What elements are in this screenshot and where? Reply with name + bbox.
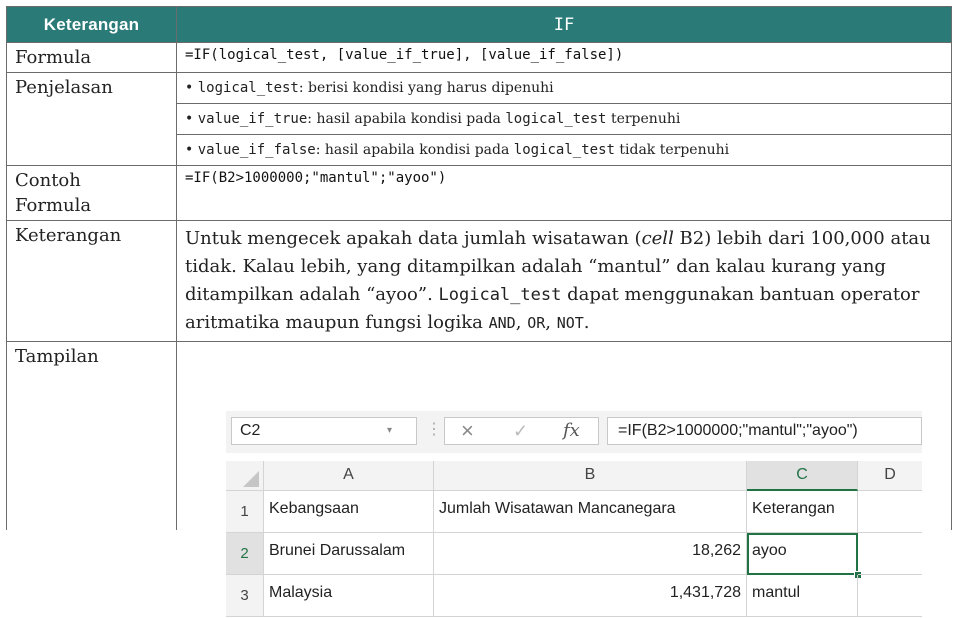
formula-label: Formula — [6, 42, 177, 73]
contoh-label-line1: Contoh — [15, 170, 81, 191]
argument-description-end: terpenuhi — [606, 111, 681, 127]
table-header-row: Keterangan IF — [6, 6, 952, 43]
argument-description: : hasil apabila kondisi pada — [315, 142, 514, 158]
cell-d1[interactable] — [858, 491, 922, 533]
bullet-marker: • — [185, 111, 194, 127]
desc-part: Untuk mengecek apakah data jumlah wisata… — [185, 228, 642, 249]
keterangan-row: Keterangan Untuk mengecek apakah data ju… — [6, 220, 952, 342]
cell-b3[interactable]: 1,431,728 — [434, 575, 747, 617]
desc-code: Logical_test — [438, 285, 562, 305]
select-all-corner[interactable] — [226, 461, 264, 491]
column-header-d[interactable]: D — [858, 461, 922, 491]
list-item: • logical_test: berisi kondisi yang haru… — [177, 73, 951, 104]
cell-a3[interactable]: Malaysia — [264, 575, 434, 617]
cell-b2[interactable]: 18,262 — [434, 533, 747, 575]
desc-italic-cell: cell — [641, 228, 674, 249]
desc-sep: , — [545, 312, 557, 333]
penjelasan-row: Penjelasan • logical_test: berisi kondis… — [6, 72, 952, 166]
argument-description: : hasil apabila kondisi pada — [307, 111, 506, 127]
operator-or: OR — [527, 314, 546, 332]
column-header-a[interactable]: A — [264, 461, 434, 491]
cell-d3[interactable] — [858, 575, 922, 617]
formula-input[interactable]: =IF(B2>1000000;"mantul";"ayoo") — [607, 417, 922, 445]
function-icon[interactable]: fx — [563, 418, 580, 444]
keterangan-label: Keterangan — [6, 220, 177, 342]
desc-sep: , — [515, 312, 522, 333]
formula-bar: C2 ▾ ⋮ × ✓ fx =IF(B2>1000000;"mantul";"a… — [226, 411, 922, 453]
cancel-icon[interactable]: × — [461, 418, 474, 444]
cell-a2[interactable]: Brunei Darussalam — [264, 533, 434, 575]
excel-screenshot: C2 ▾ ⋮ × ✓ fx =IF(B2>1000000;"mantul";"a… — [226, 411, 922, 618]
cell-c1[interactable]: Keterangan — [747, 491, 858, 533]
cell-a1[interactable]: Kebangsaan — [264, 491, 434, 533]
example-formula: =IF(B2>1000000;"mantul";"ayoo") — [176, 165, 952, 221]
drag-handle-icon[interactable]: ⋮ — [426, 419, 442, 439]
operator-and: AND — [488, 314, 516, 332]
cell-d2[interactable] — [858, 533, 922, 575]
name-box[interactable]: C2 ▾ — [231, 417, 417, 445]
keterangan-description: Untuk mengecek apakah data jumlah wisata… — [176, 220, 952, 342]
row-header-1[interactable]: 1 — [226, 491, 264, 533]
argument-code: logical_test — [197, 80, 299, 96]
cell-b1[interactable]: Jumlah Wisatawan Mancanegara — [434, 491, 747, 533]
argument-code-inline: logical_test — [513, 142, 615, 158]
header-keterangan: Keterangan — [6, 6, 177, 43]
contoh-row: Contoh Formula =IF(B2>1000000;"mantul";"a… — [6, 165, 952, 221]
bullet-marker: • — [185, 80, 194, 96]
argument-code-inline: logical_test — [505, 111, 607, 127]
contoh-label: Contoh Formula — [6, 165, 177, 221]
cell-c3[interactable]: mantul — [747, 575, 858, 617]
row-header-2[interactable]: 2 — [226, 533, 264, 575]
column-header-c[interactable]: C — [747, 461, 858, 491]
formula-buttons: × ✓ fx — [444, 417, 599, 445]
list-item: • value_if_true: hasil apabila kondisi p… — [177, 104, 951, 135]
formula-syntax: =IF(logical_test, [value_if_true], [valu… — [176, 42, 952, 73]
operator-not: NOT — [556, 314, 584, 332]
argument-code: value_if_false — [197, 142, 316, 158]
enter-icon[interactable]: ✓ — [513, 418, 528, 444]
desc-end: . — [583, 312, 590, 333]
argument-code: value_if_true — [197, 111, 308, 127]
name-box-value: C2 — [240, 422, 261, 439]
argument-description-end: tidak terpenuhi — [614, 142, 730, 158]
formula-row: Formula =IF(logical_test, [value_if_true… — [6, 42, 952, 73]
penjelasan-label: Penjelasan — [6, 72, 177, 166]
row-header-3[interactable]: 3 — [226, 575, 264, 617]
list-item: • value_if_false: hasil apabila kondisi … — [177, 135, 951, 165]
cell-c2-active[interactable]: ayoo — [747, 533, 858, 575]
penjelasan-list: • logical_test: berisi kondisi yang haru… — [176, 72, 952, 166]
document-page: Keterangan IF Formula =IF(logical_test, … — [0, 0, 959, 618]
tampilan-label: Tampilan — [6, 341, 177, 530]
bullet-marker: • — [185, 142, 194, 158]
header-function-name: IF — [176, 6, 952, 43]
column-header-b[interactable]: B — [434, 461, 747, 491]
argument-description: : berisi kondisi yang harus dipenuhi — [298, 80, 554, 96]
select-all-icon — [243, 471, 259, 487]
chevron-down-icon[interactable]: ▾ — [387, 418, 392, 444]
contoh-label-line2: Formula — [15, 195, 92, 216]
